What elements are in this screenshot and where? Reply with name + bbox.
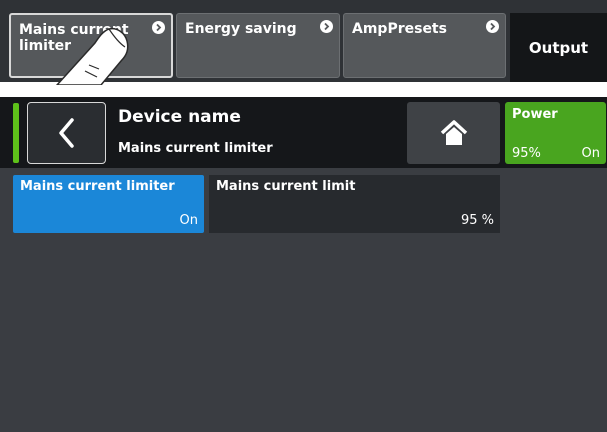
- device-title: Device name: [118, 107, 241, 127]
- power-title: Power: [512, 107, 558, 122]
- hand-pointer-icon: [55, 27, 129, 85]
- power-level: 95%: [512, 146, 541, 161]
- cell-value: 95 %: [460, 213, 494, 228]
- tab-amp-presets[interactable]: AmpPresets: [343, 13, 506, 78]
- device-subtitle: Mains current limiter: [118, 141, 273, 156]
- tab-strip: Mains current limiter Energy saving AmpP…: [0, 0, 607, 85]
- chevron-right-circle-icon: [152, 21, 165, 34]
- device-header: Device name Mains current limiter Power …: [0, 97, 607, 168]
- tab-energy-saving[interactable]: Energy saving: [176, 13, 340, 78]
- chevron-right-circle-icon: [486, 20, 499, 33]
- home-button[interactable]: [407, 102, 500, 164]
- home-icon: [440, 120, 467, 145]
- mains-current-limiter-toggle[interactable]: Mains current limiter On: [13, 175, 204, 233]
- power-state: On: [581, 146, 600, 161]
- tab-label: AmpPresets: [352, 21, 447, 37]
- device-panel: Device name Mains current limiter Power …: [0, 97, 607, 432]
- back-button[interactable]: [27, 102, 106, 164]
- mains-current-limit-field[interactable]: Mains current limit 95 %: [209, 175, 500, 233]
- tab-mains-current-limiter[interactable]: Mains current limiter: [9, 13, 173, 85]
- cell-value: On: [179, 213, 198, 228]
- tab-label: Energy saving: [185, 21, 297, 37]
- power-button[interactable]: Power 95% On: [505, 102, 606, 164]
- back-arrow-icon: [58, 118, 74, 148]
- output-button[interactable]: Output: [510, 13, 607, 82]
- cell-label: Mains current limit: [216, 179, 356, 194]
- cell-label: Mains current limiter: [20, 179, 175, 194]
- chevron-right-circle-icon: [320, 20, 333, 33]
- status-indicator: [13, 103, 19, 163]
